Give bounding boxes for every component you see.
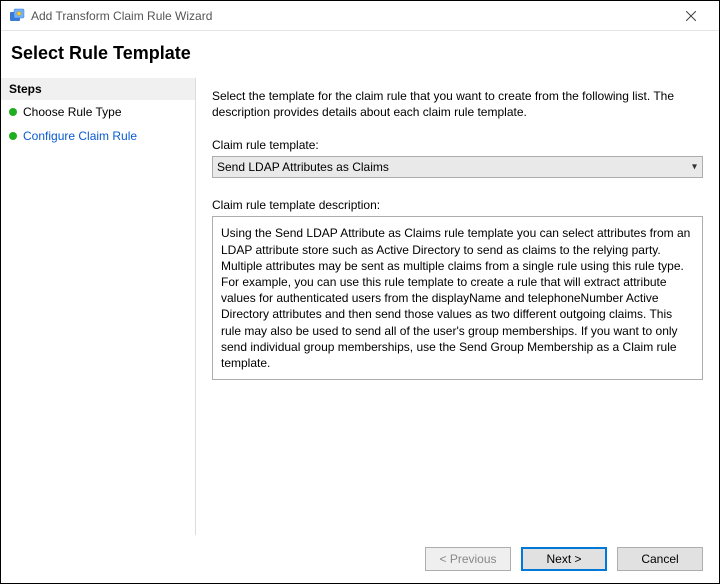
close-button[interactable] xyxy=(671,8,711,24)
app-icon xyxy=(9,8,25,24)
page-title: Select Rule Template xyxy=(1,31,719,78)
steps-header: Steps xyxy=(1,78,195,100)
window-title: Add Transform Claim Rule Wizard xyxy=(31,9,671,23)
step-bullet-icon xyxy=(9,108,17,116)
titlebar: Add Transform Claim Rule Wizard xyxy=(1,1,719,31)
template-select-wrap: Send LDAP Attributes as Claims ▾ xyxy=(212,156,703,178)
cancel-button[interactable]: Cancel xyxy=(617,547,703,571)
description-label: Claim rule template description: xyxy=(212,198,703,212)
main-panel: Select the template for the claim rule t… xyxy=(196,78,719,535)
step-label: Configure Claim Rule xyxy=(23,129,137,143)
next-button[interactable]: Next > xyxy=(521,547,607,571)
step-label: Choose Rule Type xyxy=(23,105,122,119)
body: Steps Choose Rule Type Configure Claim R… xyxy=(1,78,719,535)
step-bullet-icon xyxy=(9,132,17,140)
steps-sidebar: Steps Choose Rule Type Configure Claim R… xyxy=(1,78,196,535)
claim-rule-template-select[interactable]: Send LDAP Attributes as Claims xyxy=(212,156,703,178)
template-label: Claim rule template: xyxy=(212,138,703,152)
step-choose-rule-type[interactable]: Choose Rule Type xyxy=(1,100,195,124)
intro-text: Select the template for the claim rule t… xyxy=(212,88,703,120)
template-description: Using the Send LDAP Attribute as Claims … xyxy=(212,216,703,380)
footer: < Previous Next > Cancel xyxy=(1,535,719,583)
previous-button: < Previous xyxy=(425,547,511,571)
step-configure-claim-rule[interactable]: Configure Claim Rule xyxy=(1,124,195,148)
